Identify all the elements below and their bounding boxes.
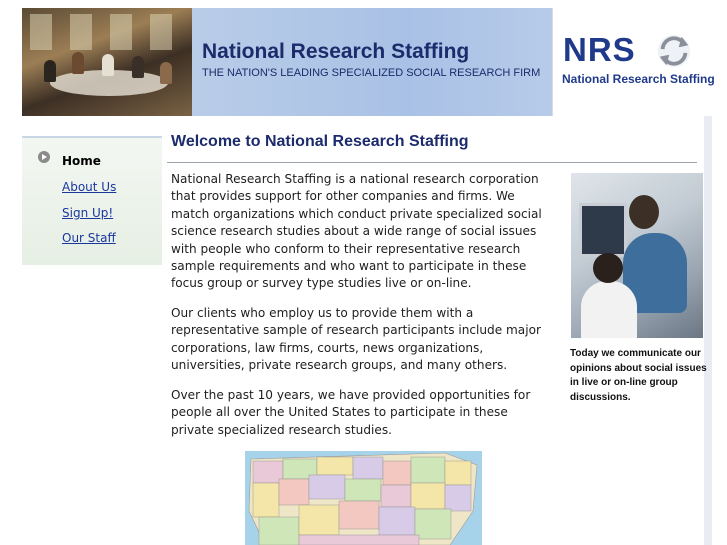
play-circle-icon (38, 151, 50, 163)
clients-paragraph: Our clients who employ us to provide the… (171, 306, 541, 373)
sidebar-item-sign-up[interactable]: Sign Up! (62, 206, 113, 220)
photo-caption: Today we communicate our opinions about … (570, 348, 707, 403)
logo-mark: NRS (563, 31, 636, 68)
history-paragraph: Over the past 10 years, we have provided… (171, 388, 531, 437)
sidebar-item-our-staff[interactable]: Our Staff (62, 231, 116, 245)
intro-paragraph: National Research Staffing is a national… (171, 172, 542, 291)
header-meeting-photo (22, 8, 192, 116)
site-logo[interactable]: NRS National Research Staffing (552, 8, 715, 116)
recycle-arrows-icon (657, 34, 691, 68)
sidebar-nav: Home About Us Sign Up! Our Staff (22, 136, 162, 265)
page: National Research Staffing THE NATION'S … (0, 0, 727, 545)
us-map-graphic (248, 452, 478, 545)
site-header: National Research Staffing THE NATION'S … (22, 8, 715, 116)
title-divider (167, 162, 697, 163)
page-right-border (704, 116, 712, 545)
us-map-image (245, 451, 482, 545)
logo-name: National Research Staffing (562, 72, 715, 86)
page-title: Welcome to National Research Staffing (171, 133, 469, 150)
people-at-computer-photo (571, 173, 703, 338)
sidebar-item-about-us[interactable]: About Us (62, 180, 116, 194)
sidebar-item-home[interactable]: Home (62, 154, 101, 168)
site-tagline: THE NATION'S LEADING SPECIALIZED SOCIAL … (202, 67, 541, 79)
header-banner: National Research Staffing THE NATION'S … (192, 8, 552, 116)
site-title: National Research Staffing (202, 40, 470, 63)
